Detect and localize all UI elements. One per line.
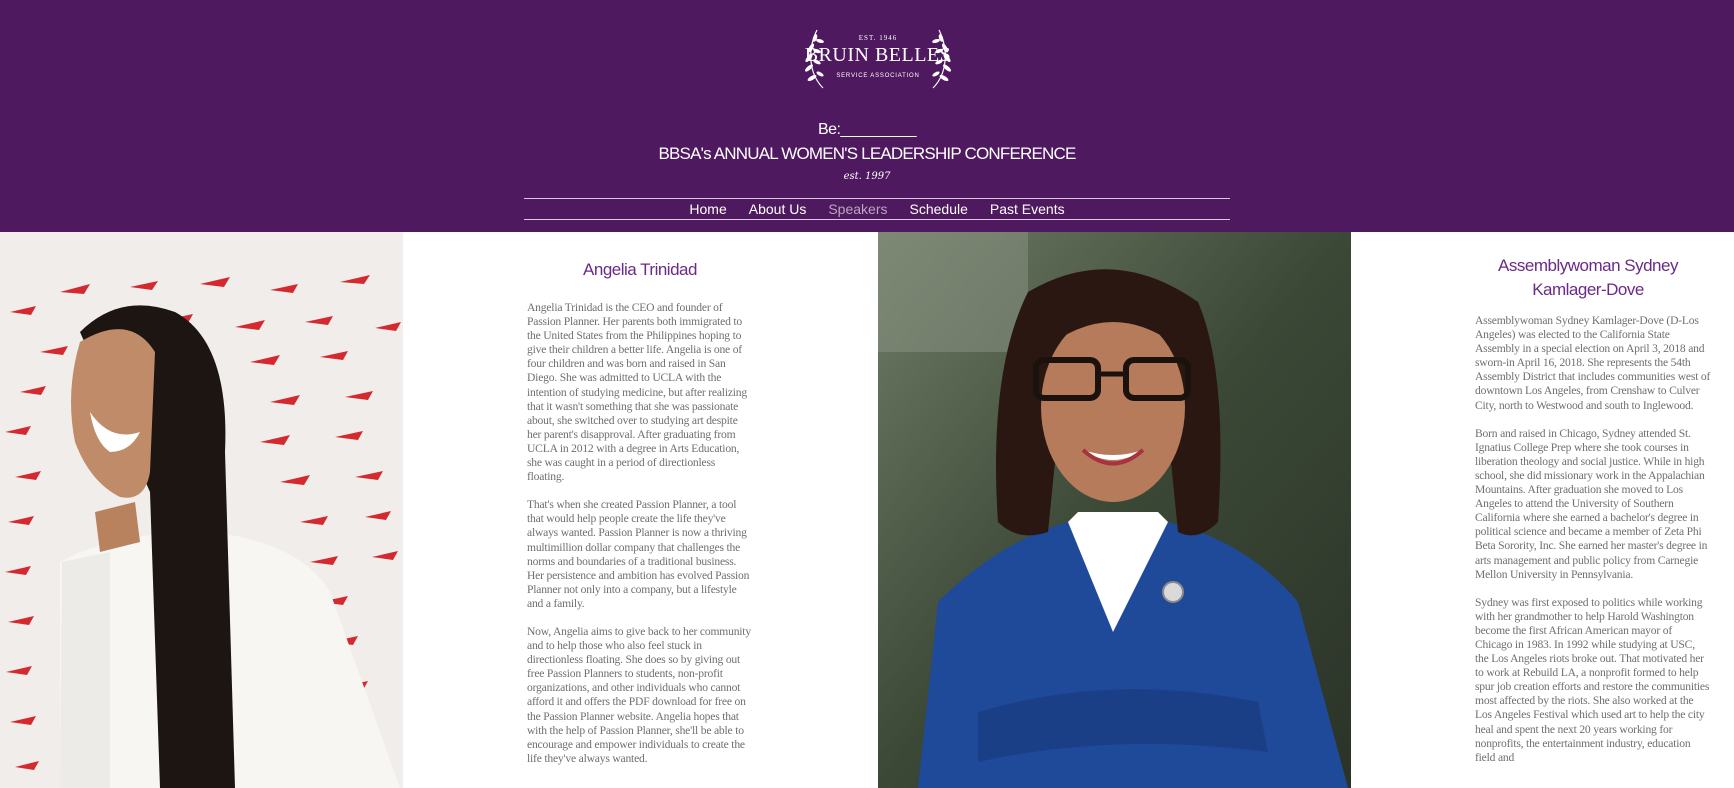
speaker-name-angelia: Angelia Trinidad — [583, 260, 697, 279]
speaker-name-sydney: Assemblywoman Sydney Kamlager-Dove — [1498, 256, 1678, 299]
bio-paragraph: Born and raised in Chicago, Sydney atten… — [1475, 426, 1708, 581]
site-header: EST. 1946 BRUIN BELLES SERVICE ASSOCIATI… — [0, 0, 1734, 232]
conference-title: BBSA's ANNUAL WOMEN'S LEADERSHIP CONFERE… — [658, 144, 1076, 163]
bruin-belles-logo[interactable]: EST. 1946 BRUIN BELLES SERVICE ASSOCIATI… — [803, 26, 953, 94]
bio-paragraph: Sydney was first exposed to politics whi… — [1475, 595, 1710, 764]
speaker-photo-angelia — [0, 232, 403, 788]
nav-divider-bottom — [524, 219, 1230, 220]
nav-about-us[interactable]: About Us — [749, 199, 807, 219]
logo-established: EST. 1946 — [858, 34, 898, 42]
tagline-be: Be:_________ — [817, 121, 917, 138]
nav-schedule[interactable]: Schedule — [910, 199, 968, 219]
bio-paragraph: That's when she created Passion Planner,… — [527, 498, 750, 610]
nav-home[interactable]: Home — [689, 199, 726, 219]
logo-subtitle: SERVICE ASSOCIATION — [836, 73, 920, 79]
speaker-photo-sydney — [878, 232, 1351, 788]
bio-paragraph: Now, Angelia aims to give back to her co… — [527, 624, 751, 765]
speaker-bio-sydney: Assemblywoman Sydney Kamlager-Dove (D-Lo… — [1475, 314, 1711, 779]
conference-established: est. 1997 — [843, 171, 891, 182]
nav-speakers[interactable]: Speakers — [828, 199, 887, 219]
main-nav: Home About Us Speakers Schedule Past Eve… — [524, 199, 1230, 219]
nav-past-events[interactable]: Past Events — [990, 199, 1065, 219]
bio-paragraph: Angelia Trinidad is the CEO and founder … — [527, 301, 747, 484]
bio-paragraph: Assemblywoman Sydney Kamlager-Dove (D-Lo… — [1475, 314, 1711, 412]
speaker-bio-angelia: Angelia Trinidad is the CEO and founder … — [527, 301, 753, 780]
logo-name: BRUIN BELLES — [804, 44, 952, 66]
